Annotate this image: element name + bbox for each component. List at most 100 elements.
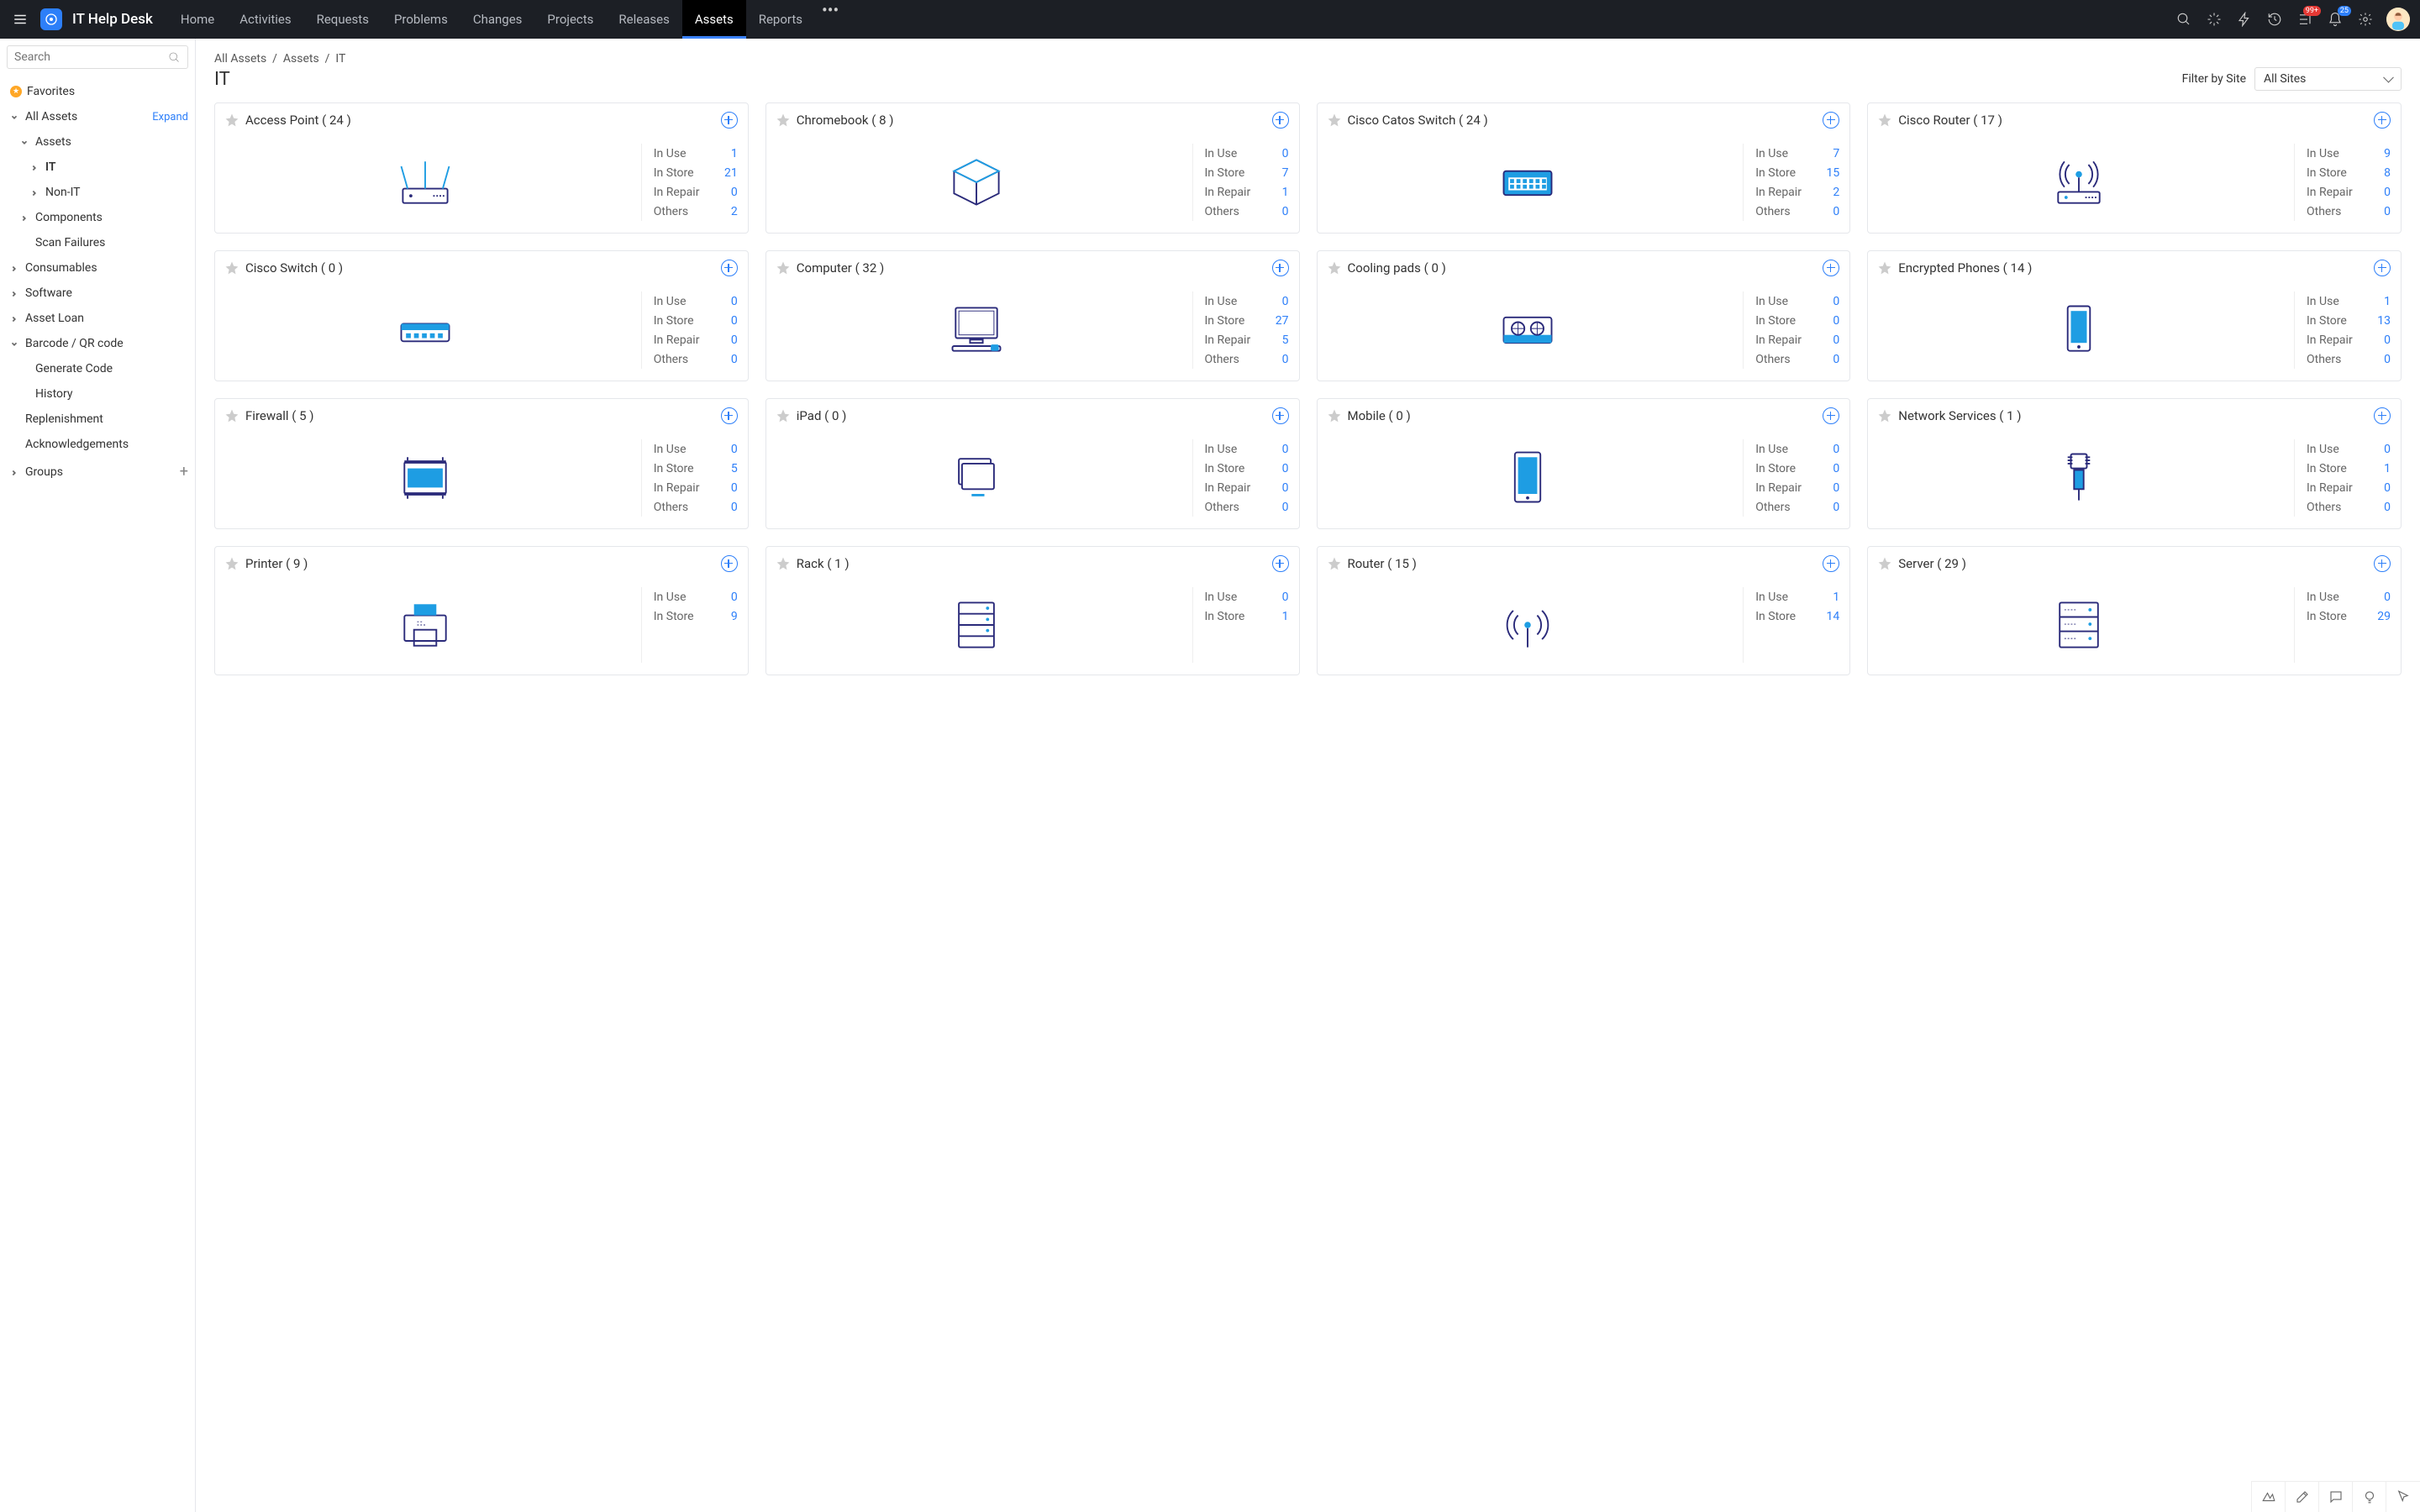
stat-value[interactable]: 0 bbox=[721, 333, 738, 347]
stat-value[interactable]: 0 bbox=[2374, 501, 2391, 514]
chat-icon[interactable] bbox=[2319, 1482, 2353, 1512]
breadcrumb-link[interactable]: IT bbox=[335, 52, 345, 66]
stat-value[interactable]: 2 bbox=[721, 205, 738, 218]
star-icon[interactable] bbox=[1878, 261, 1891, 275]
star-icon[interactable] bbox=[776, 113, 790, 127]
stat-value[interactable]: 1 bbox=[1272, 610, 1289, 623]
nav-assets[interactable]: Assets bbox=[682, 0, 746, 39]
stat-value[interactable]: 5 bbox=[721, 462, 738, 475]
add-asset-button[interactable] bbox=[1272, 407, 1289, 424]
consumables-item[interactable]: Consumables bbox=[0, 255, 195, 281]
add-asset-button[interactable] bbox=[721, 112, 738, 129]
stat-value[interactable]: 0 bbox=[1823, 501, 1839, 514]
stat-value[interactable]: 0 bbox=[2374, 353, 2391, 366]
add-asset-button[interactable] bbox=[1823, 260, 1839, 276]
stat-value[interactable]: 1 bbox=[721, 147, 738, 160]
stat-value[interactable]: 0 bbox=[1272, 205, 1289, 218]
stat-value[interactable]: 0 bbox=[1823, 314, 1839, 328]
stat-value[interactable]: 0 bbox=[2374, 333, 2391, 347]
stat-value[interactable]: 15 bbox=[1823, 166, 1839, 180]
it-item[interactable]: IT bbox=[0, 155, 195, 180]
stat-value[interactable]: 0 bbox=[2374, 481, 2391, 495]
gear-icon[interactable] bbox=[2356, 10, 2375, 29]
stat-value[interactable]: 21 bbox=[721, 166, 738, 180]
stat-value[interactable]: 0 bbox=[1823, 481, 1839, 495]
tasks-icon[interactable]: 99+ bbox=[2296, 10, 2314, 29]
add-asset-button[interactable] bbox=[2374, 555, 2391, 572]
zia-icon[interactable] bbox=[2252, 1482, 2286, 1512]
stat-value[interactable]: 0 bbox=[1823, 295, 1839, 308]
breadcrumb-link[interactable]: Assets bbox=[283, 52, 319, 66]
hamburger-icon[interactable] bbox=[10, 9, 30, 29]
search-icon[interactable] bbox=[2175, 10, 2193, 29]
card-title[interactable]: Router ( 15 ) bbox=[1348, 556, 1817, 571]
stat-value[interactable]: 7 bbox=[1272, 166, 1289, 180]
compose-icon[interactable] bbox=[2286, 1482, 2319, 1512]
stat-value[interactable]: 0 bbox=[1823, 333, 1839, 347]
pointer-icon[interactable] bbox=[2386, 1482, 2420, 1512]
stat-value[interactable]: 1 bbox=[1823, 591, 1839, 604]
add-asset-button[interactable] bbox=[721, 555, 738, 572]
stat-value[interactable]: 1 bbox=[1272, 186, 1289, 199]
add-group-icon[interactable]: + bbox=[180, 463, 188, 480]
star-icon[interactable] bbox=[225, 409, 239, 423]
replenishment-item[interactable]: Replenishment bbox=[0, 407, 195, 432]
stat-value[interactable]: 2 bbox=[1823, 186, 1839, 199]
non-it-item[interactable]: Non-IT bbox=[0, 180, 195, 205]
add-asset-button[interactable] bbox=[1272, 112, 1289, 129]
add-asset-button[interactable] bbox=[1272, 260, 1289, 276]
stat-value[interactable]: 0 bbox=[721, 295, 738, 308]
add-asset-button[interactable] bbox=[2374, 260, 2391, 276]
stat-value[interactable]: 8 bbox=[2374, 166, 2391, 180]
card-title[interactable]: Mobile ( 0 ) bbox=[1348, 408, 1817, 423]
star-icon[interactable] bbox=[225, 113, 239, 127]
add-asset-button[interactable] bbox=[1272, 555, 1289, 572]
card-title[interactable]: Network Services ( 1 ) bbox=[1898, 408, 2367, 423]
card-title[interactable]: Cooling pads ( 0 ) bbox=[1348, 260, 1817, 276]
stat-value[interactable]: 9 bbox=[721, 610, 738, 623]
software-item[interactable]: Software bbox=[0, 281, 195, 306]
card-title[interactable]: Server ( 29 ) bbox=[1898, 556, 2367, 571]
stat-value[interactable]: 0 bbox=[1823, 353, 1839, 366]
card-title[interactable]: iPad ( 0 ) bbox=[797, 408, 1265, 423]
components-item[interactable]: Components bbox=[0, 205, 195, 230]
nav-requests[interactable]: Requests bbox=[304, 0, 381, 39]
stat-value[interactable]: 0 bbox=[1272, 462, 1289, 475]
bolt-icon[interactable] bbox=[2235, 10, 2254, 29]
nav-projects[interactable]: Projects bbox=[534, 0, 606, 39]
breadcrumb-link[interactable]: All Assets bbox=[214, 52, 266, 66]
stat-value[interactable]: 0 bbox=[2374, 591, 2391, 604]
avatar[interactable] bbox=[2386, 8, 2410, 31]
nav-changes[interactable]: Changes bbox=[460, 0, 535, 39]
stat-value[interactable]: 0 bbox=[1272, 591, 1289, 604]
add-asset-button[interactable] bbox=[2374, 112, 2391, 129]
card-title[interactable]: Cisco Router ( 17 ) bbox=[1898, 113, 2367, 128]
stat-value[interactable]: 0 bbox=[721, 443, 738, 456]
stat-value[interactable]: 0 bbox=[721, 591, 738, 604]
bell-icon[interactable]: 25 bbox=[2326, 10, 2344, 29]
add-asset-button[interactable] bbox=[1823, 112, 1839, 129]
asset-loan-item[interactable]: Asset Loan bbox=[0, 306, 195, 331]
history-icon[interactable] bbox=[2265, 10, 2284, 29]
stat-value[interactable]: 0 bbox=[721, 186, 738, 199]
add-asset-button[interactable] bbox=[2374, 407, 2391, 424]
star-icon[interactable] bbox=[1328, 261, 1341, 275]
star-icon[interactable] bbox=[225, 557, 239, 570]
card-title[interactable]: Computer ( 32 ) bbox=[797, 260, 1265, 276]
stat-value[interactable]: 0 bbox=[721, 314, 738, 328]
stat-value[interactable]: 9 bbox=[2374, 147, 2391, 160]
stat-value[interactable]: 0 bbox=[721, 481, 738, 495]
stat-value[interactable]: 0 bbox=[1272, 443, 1289, 456]
stat-value[interactable]: 0 bbox=[721, 353, 738, 366]
stat-value[interactable]: 0 bbox=[1823, 205, 1839, 218]
add-asset-button[interactable] bbox=[721, 260, 738, 276]
stat-value[interactable]: 29 bbox=[2374, 610, 2391, 623]
add-asset-button[interactable] bbox=[721, 407, 738, 424]
groups-item[interactable]: Groups + bbox=[0, 457, 195, 486]
star-icon[interactable] bbox=[225, 261, 239, 275]
nav-more[interactable]: ••• bbox=[815, 0, 845, 39]
assets-item[interactable]: Assets bbox=[0, 129, 195, 155]
stat-value[interactable]: 1 bbox=[2374, 462, 2391, 475]
star-icon[interactable] bbox=[1328, 113, 1341, 127]
sparkle-icon[interactable] bbox=[2205, 10, 2223, 29]
